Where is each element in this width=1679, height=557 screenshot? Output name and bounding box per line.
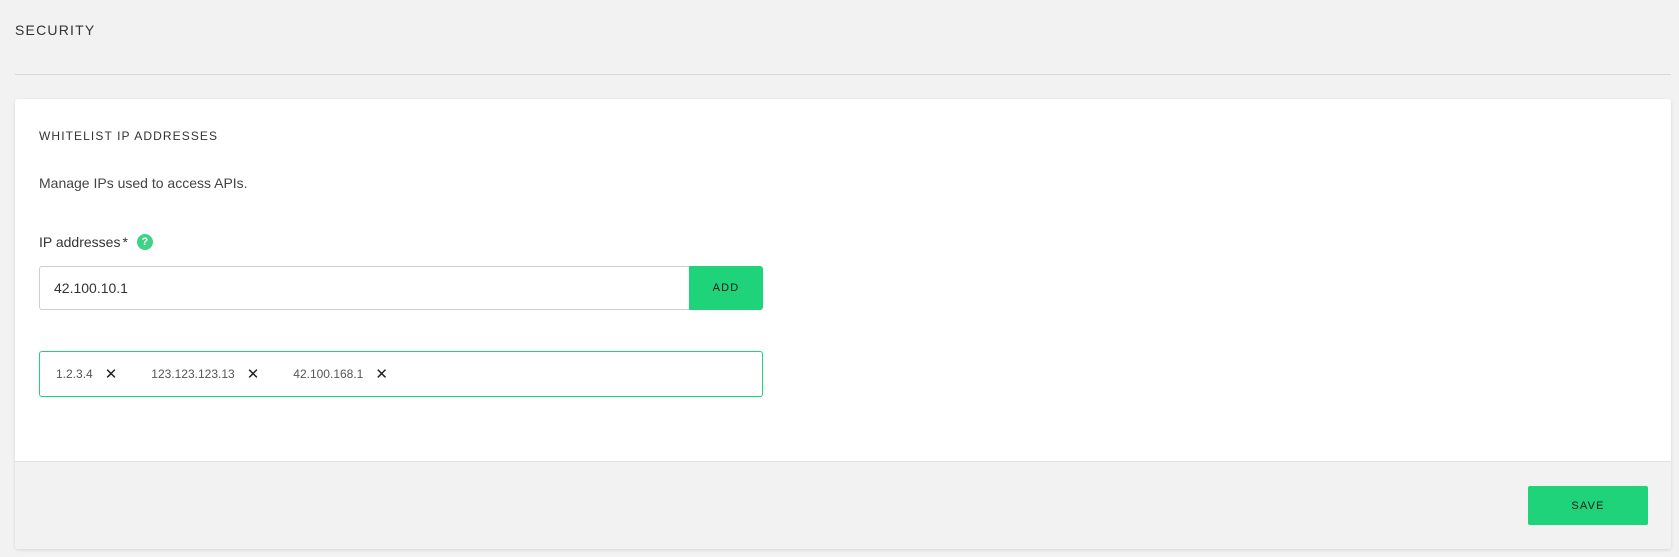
card-body: WHITELIST IP ADDRESSES Manage IPs used t…: [15, 99, 1671, 461]
ip-tag-label: 42.100.168.1: [293, 367, 364, 381]
ip-tag: 42.100.168.1 ✕: [293, 367, 388, 382]
ip-tag: 123.123.123.13 ✕: [151, 367, 259, 382]
ip-tag: 1.2.3.4 ✕: [56, 367, 117, 382]
add-button[interactable]: ADD: [689, 266, 763, 310]
ip-field-label-row: IP addresses * ?: [39, 233, 153, 251]
question-mark-icon[interactable]: ?: [136, 234, 153, 250]
ip-tag-list[interactable]: 1.2.3.4 ✕ 123.123.123.13 ✕ 42.100.168.1 …: [39, 351, 763, 397]
close-icon[interactable]: ✕: [247, 367, 260, 382]
section-description: Manage IPs used to access APIs.: [39, 175, 248, 191]
section-title: WHITELIST IP ADDRESSES: [39, 129, 219, 143]
ip-address-input[interactable]: [39, 266, 689, 310]
ip-tag-label: 1.2.3.4: [56, 367, 93, 381]
whitelist-card: WHITELIST IP ADDRESSES Manage IPs used t…: [15, 99, 1671, 549]
ip-input-group: ADD: [39, 266, 763, 310]
ip-tag-label: 123.123.123.13: [151, 367, 235, 381]
card-footer: SAVE: [15, 461, 1671, 549]
page-title: SECURITY: [15, 22, 96, 38]
close-icon[interactable]: ✕: [375, 367, 388, 382]
close-icon[interactable]: ✕: [105, 367, 118, 382]
save-button[interactable]: SAVE: [1528, 486, 1648, 525]
required-mark: *: [122, 234, 128, 250]
ip-field-label: IP addresses: [39, 234, 121, 250]
page-header: SECURITY: [15, 0, 1671, 75]
